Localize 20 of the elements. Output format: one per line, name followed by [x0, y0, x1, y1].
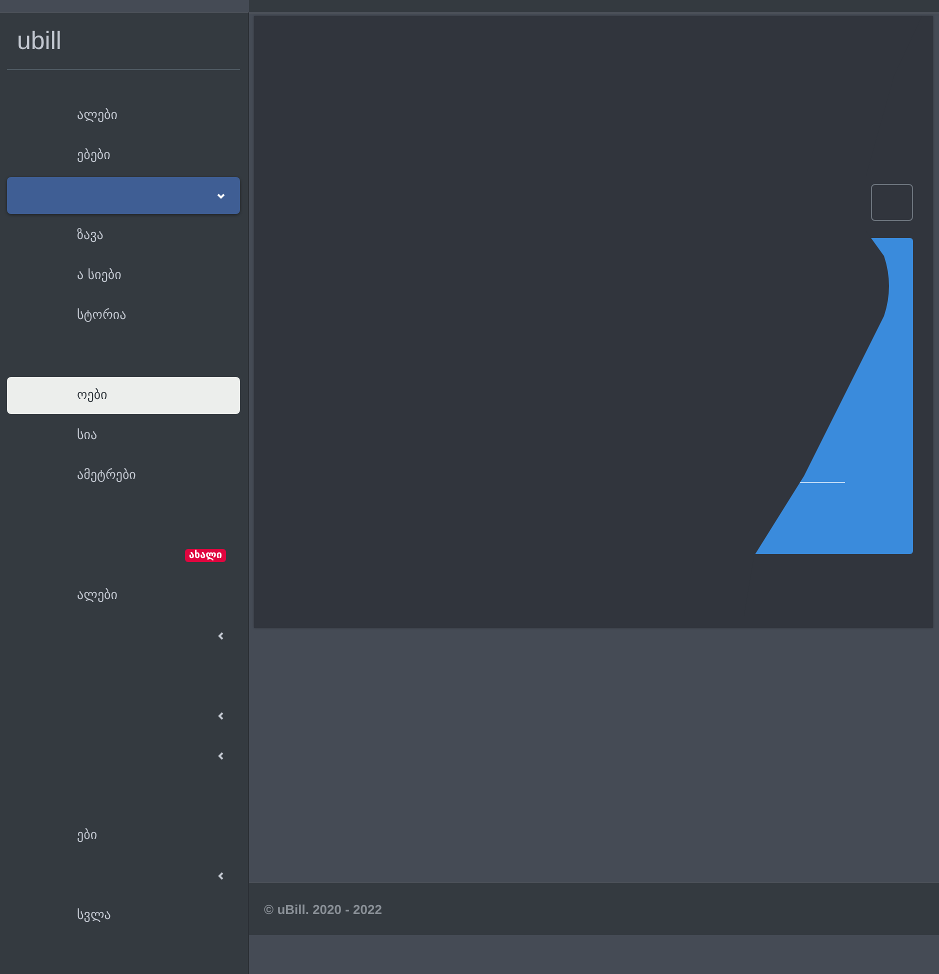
- sidebar-item[interactable]: სტორია: [7, 297, 240, 334]
- sidebar-item[interactable]: ოები: [7, 377, 240, 414]
- sidebar-item[interactable]: სია: [7, 417, 240, 454]
- input-field[interactable]: [871, 184, 913, 221]
- new-badge: ახალი: [184, 549, 226, 562]
- sidebar-item[interactable]: ებები: [7, 137, 240, 174]
- chevron-left-icon: [216, 630, 226, 640]
- sidebar-group[interactable]: [7, 177, 240, 214]
- chevron-left-icon: [216, 870, 226, 880]
- chevron-left-icon: [216, 750, 226, 760]
- sidebar-item[interactable]: ები: [7, 817, 240, 854]
- sidebar-item[interactable]: სვლა: [7, 897, 240, 934]
- chevron-left-icon: [216, 710, 226, 720]
- brand-title[interactable]: ubill: [0, 13, 248, 69]
- sidebar-item[interactable]: ა სიები: [7, 257, 240, 294]
- sidebar-item[interactable]: ალები: [7, 97, 240, 134]
- sidebar-item[interactable]: ამეტრები: [7, 457, 240, 494]
- sidebar-item[interactable]: ზავა: [7, 217, 240, 254]
- sidebar-item[interactable]: ალები: [7, 577, 240, 614]
- copyright-text: © uBill. 2020 - 2022: [264, 902, 382, 916]
